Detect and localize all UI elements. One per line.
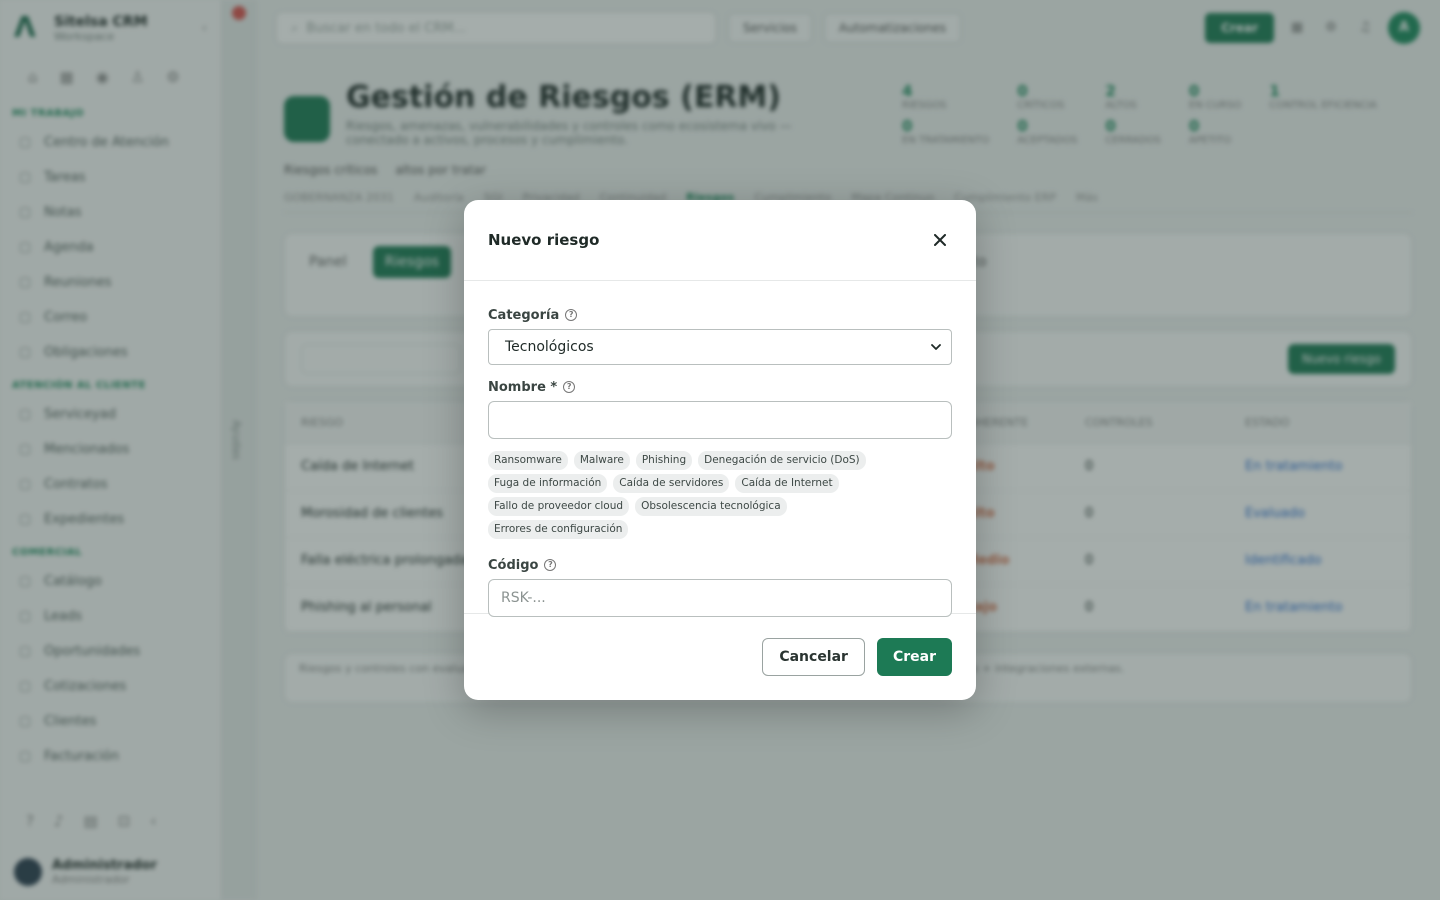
name-label-row: Nombre * ? — [488, 379, 952, 395]
suggestion-chip[interactable]: Phishing — [635, 451, 693, 470]
modal-body: Categoría ? Tecnológicos Nombre * ? Rans… — [464, 281, 976, 617]
name-field[interactable] — [488, 401, 952, 439]
suggestion-chip[interactable]: Obsolescencia tecnológica — [635, 497, 787, 516]
category-selected-value: Tecnológicos — [505, 339, 594, 355]
chevron-down-icon — [931, 344, 941, 350]
close-button[interactable] — [928, 228, 952, 252]
create-button[interactable]: Crear — [876, 638, 952, 676]
help-icon[interactable]: ? — [544, 559, 557, 571]
suggestion-chip[interactable]: Denegación de servicio (DoS) — [698, 451, 866, 470]
close-icon — [934, 234, 946, 246]
suggestion-chip[interactable]: Malware — [573, 451, 630, 470]
suggestion-chip[interactable]: Caída de servidores — [613, 474, 730, 493]
code-label-row: Código ? — [488, 557, 952, 573]
name-label: Nombre * — [488, 379, 558, 395]
category-label: Categoría — [488, 307, 560, 323]
help-icon[interactable]: ? — [565, 309, 578, 321]
suggestion-chip[interactable]: Ransomware — [488, 451, 568, 470]
modal-title: Nuevo riesgo — [488, 231, 600, 249]
code-field[interactable] — [488, 579, 952, 617]
name-suggestions: Ransomware Malware Phishing Denegación de s… — [488, 451, 928, 539]
new-risk-modal: Nuevo riesgo Categoría ? Tecnológicos No… — [464, 200, 976, 700]
modal-footer: Cancelar Crear — [464, 614, 976, 676]
category-label-row: Categoría ? — [488, 307, 952, 323]
category-select[interactable]: Tecnológicos — [488, 329, 952, 365]
modal-header: Nuevo riesgo — [464, 200, 976, 281]
help-icon[interactable]: ? — [563, 381, 576, 393]
cancel-button[interactable]: Cancelar — [762, 638, 865, 676]
suggestion-chip[interactable]: Fallo de proveedor cloud — [488, 497, 630, 516]
suggestion-chip[interactable]: Caída de Internet — [735, 474, 839, 493]
code-label: Código — [488, 557, 539, 573]
suggestion-chip[interactable]: Errores de configuración — [488, 520, 629, 539]
suggestion-chip[interactable]: Fuga de información — [488, 474, 608, 493]
